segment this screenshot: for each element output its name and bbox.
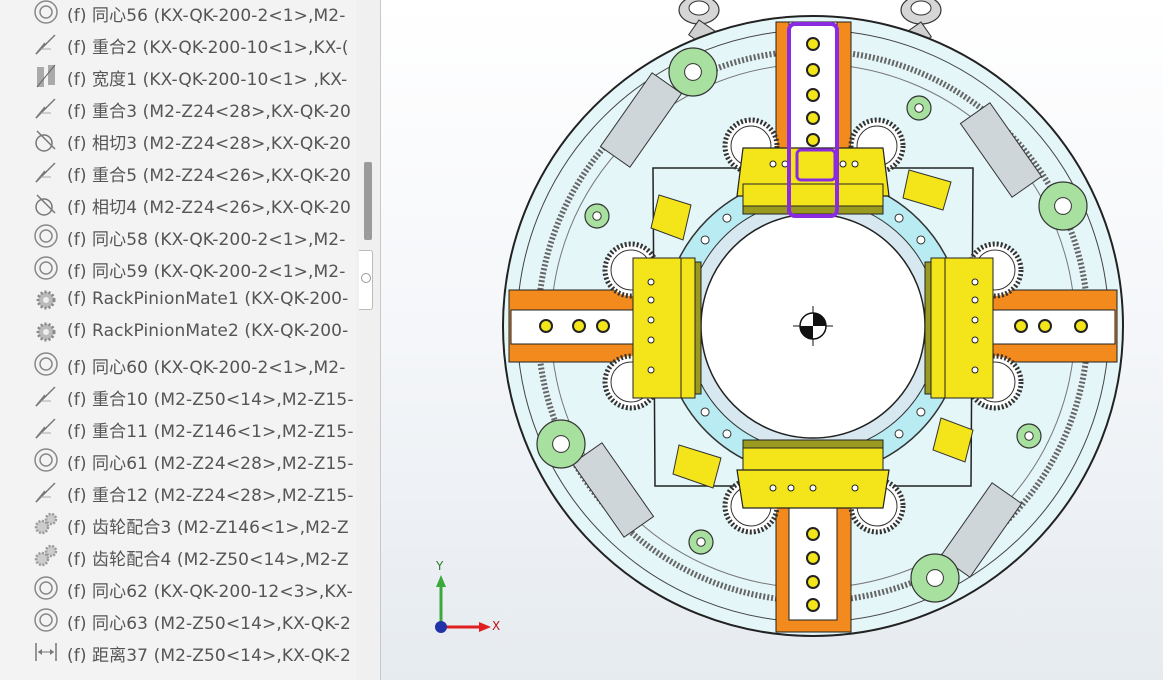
tree-item-label: (f) 重合2 (KX-QK-200-10<1>,KX-( (67, 38, 349, 58)
tree-item[interactable]: (f) RackPinionMate1 (KX-QK-200- (0, 284, 356, 316)
concentric-icon (33, 607, 59, 633)
panel-collapse-handle[interactable] (359, 250, 373, 310)
tree-item-label: (f) 同心62 (KX-QK-200-12<3>,KX- (67, 582, 353, 602)
gear-mate-icon (33, 511, 59, 537)
jaw-bottom (736, 439, 890, 509)
coincident-icon (33, 159, 59, 185)
tree-item[interactable]: (f) 齿轮配合3 (M2-Z146<1>,M2-Z (0, 508, 356, 540)
tree-item-label: (f) 重合12 (M2-Z24<28>,M2-Z15- (67, 486, 354, 506)
tree-item-label: (f) 相切3 (M2-Z24<28>,KX-QK-20 (67, 134, 351, 154)
tangent-icon (33, 191, 59, 217)
tree-item-label: (f) 同心60 (KX-QK-200-2<1>,M2- (67, 358, 346, 378)
concentric-icon (33, 0, 59, 25)
coincident-icon (33, 415, 59, 441)
width-icon (33, 63, 59, 89)
jaw-left (632, 257, 702, 399)
tree-item-label: (f) 距离37 (M2-Z50<14>,KX-QK-2 (67, 646, 351, 666)
tree-item-label: (f) 重合5 (M2-Z24<26>,KX-QK-20 (67, 166, 351, 186)
tree-item[interactable]: (f) 同心60 (KX-QK-200-2<1>,M2- (0, 348, 356, 380)
tree-item[interactable]: (f) 重合10 (M2-Z50<14>,M2-Z15- (0, 380, 356, 412)
tree-item-label: (f) 同心59 (KX-QK-200-2<1>,M2- (67, 262, 346, 282)
concentric-icon (33, 575, 59, 601)
tree-item-label: (f) RackPinionMate2 (KX-QK-200- (67, 321, 349, 341)
tree-item-label: (f) 同心61 (M2-Z24<28>,M2-Z15- (67, 454, 354, 474)
tangent-icon (33, 127, 59, 153)
tree-item[interactable]: (f) 相切4 (M2-Z24<26>,KX-QK-20 (0, 188, 356, 220)
tree-item-label: (f) 宽度1 (KX-QK-200-10<1> ,KX- (67, 70, 348, 90)
coincident-icon (33, 31, 59, 57)
triad-y-label: Y (436, 559, 444, 573)
tree-item-label: (f) 齿轮配合3 (M2-Z146<1>,M2-Z (67, 518, 349, 538)
tree-item-label: (f) RackPinionMate1 (KX-QK-200- (67, 289, 349, 309)
coordinate-triad: Y X (426, 559, 506, 645)
tree-item[interactable]: (f) 重合11 (M2-Z146<1>,M2-Z15- (0, 412, 356, 444)
tree-item-label: (f) 同心58 (KX-QK-200-2<1>,M2- (67, 230, 346, 250)
tree-item-label: (f) 重合11 (M2-Z146<1>,M2-Z15- (67, 422, 354, 442)
tree-item[interactable]: (f) 同心59 (KX-QK-200-2<1>,M2- (0, 252, 356, 284)
tree-item-label: (f) 齿轮配合4 (M2-Z50<14>,M2-Z (67, 550, 349, 570)
tree-item-label: (f) 同心63 (M2-Z50<14>,KX-QK-2 (67, 614, 351, 634)
tree-item[interactable]: (f) 重合5 (M2-Z24<26>,KX-QK-20 (0, 156, 356, 188)
tree-item[interactable]: (f) 同心62 (KX-QK-200-12<3>,KX- (0, 572, 356, 604)
jaw-right (924, 257, 994, 399)
triad-x-label: X (492, 619, 501, 633)
tree-item[interactable]: (f) 重合12 (M2-Z24<28>,M2-Z15- (0, 476, 356, 508)
tree-item[interactable]: (f) 距离37 (M2-Z50<14>,KX-QK-2 (0, 636, 356, 668)
distance-icon (33, 639, 59, 665)
tree-item[interactable]: (f) 宽度1 (KX-QK-200-10<1> ,KX- (0, 60, 356, 92)
tree-item-label: (f) 相切4 (M2-Z24<26>,KX-QK-20 (67, 198, 351, 218)
graphics-viewport[interactable]: Y X (381, 0, 1163, 680)
tree-item[interactable]: (f) 齿轮配合4 (M2-Z50<14>,M2-Z (0, 540, 356, 572)
tree-item[interactable]: (f) 同心63 (M2-Z50<14>,KX-QK-2 (0, 604, 356, 636)
tree-item[interactable]: (f) RackPinionMate2 (KX-QK-200- (0, 316, 356, 348)
scrollbar-thumb[interactable] (364, 162, 372, 240)
tree-item-label: (f) 同心56 (KX-QK-200-2<1>,M2- (67, 6, 346, 26)
rack-pinion-icon (33, 319, 59, 345)
coincident-icon (33, 383, 59, 409)
tree-item[interactable]: (f) 同心56 (KX-QK-200-2<1>,M2- (0, 0, 356, 28)
feature-manager-tree: (f) 同心56 (KX-QK-200-2<1>,M2- (f) 重合2 (KX-… (0, 0, 356, 680)
tree-scrollbar[interactable] (356, 0, 381, 680)
tree-item[interactable]: (f) 相切3 (M2-Z24<28>,KX-QK-20 (0, 124, 356, 156)
coincident-icon (33, 479, 59, 505)
concentric-icon (33, 447, 59, 473)
gear-mate-icon (33, 543, 59, 569)
rack-pinion-icon (33, 287, 59, 313)
concentric-icon (33, 255, 59, 281)
coincident-icon (33, 95, 59, 121)
tree-item-label: (f) 重合3 (M2-Z24<28>,KX-QK-20 (67, 102, 351, 122)
concentric-icon (33, 351, 59, 377)
tree-item[interactable]: (f) 重合3 (M2-Z24<28>,KX-QK-20 (0, 92, 356, 124)
tree-item-label: (f) 重合10 (M2-Z50<14>,M2-Z15- (67, 390, 354, 410)
concentric-icon (33, 223, 59, 249)
tree-item[interactable]: (f) 同心61 (M2-Z24<28>,M2-Z15- (0, 444, 356, 476)
tree-item[interactable]: (f) 重合2 (KX-QK-200-10<1>,KX-( (0, 28, 356, 60)
tree-item[interactable]: (f) 同心58 (KX-QK-200-2<1>,M2- (0, 220, 356, 252)
